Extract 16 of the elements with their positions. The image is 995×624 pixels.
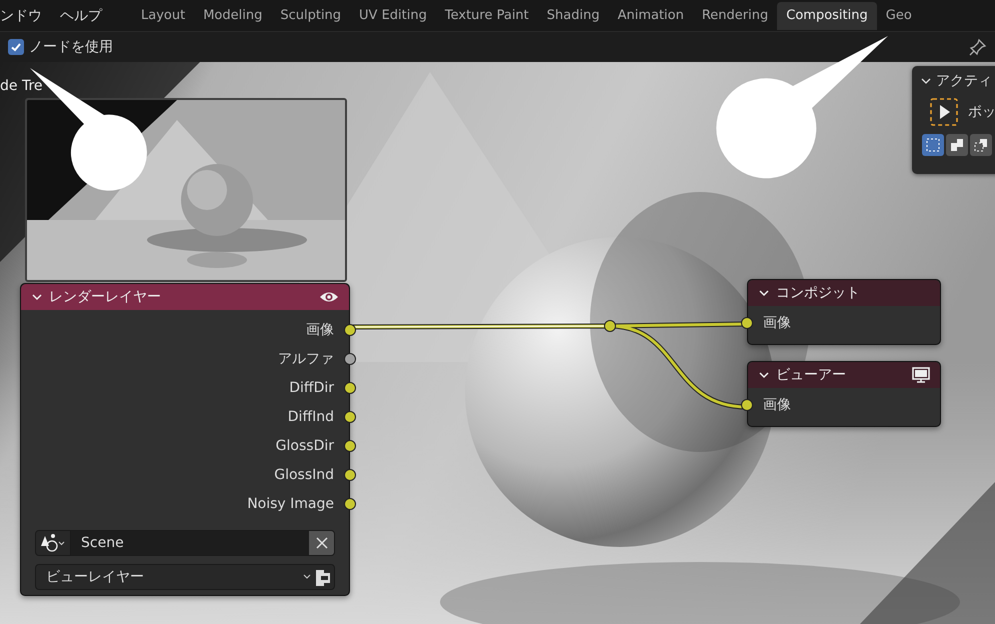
- workspace-tab[interactable]: Layout: [132, 2, 194, 30]
- workspace-tab[interactable]: Sculpting: [271, 2, 350, 30]
- workspace-tab[interactable]: Compositing: [777, 2, 877, 30]
- pin-icon[interactable]: [969, 38, 987, 56]
- workspace-tab[interactable]: Rendering: [692, 2, 778, 30]
- menu-item[interactable]: ヘルプ: [60, 6, 112, 24]
- checkbox-label: ノードを使用: [29, 38, 113, 56]
- checkmark-icon: [10, 41, 22, 53]
- menu-item[interactable]: ンドウ: [0, 6, 60, 24]
- workspace-tab[interactable]: Texture Paint: [436, 2, 538, 30]
- workspace-tab[interactable]: UV Editing: [350, 2, 436, 30]
- workspace-tab[interactable]: Shading: [538, 2, 609, 30]
- workspace-tab[interactable]: Animation: [608, 2, 693, 30]
- workspace-tab[interactable]: Geo: [876, 2, 921, 30]
- checkbox[interactable]: [8, 39, 24, 55]
- workspace-tab[interactable]: Modeling: [194, 2, 272, 30]
